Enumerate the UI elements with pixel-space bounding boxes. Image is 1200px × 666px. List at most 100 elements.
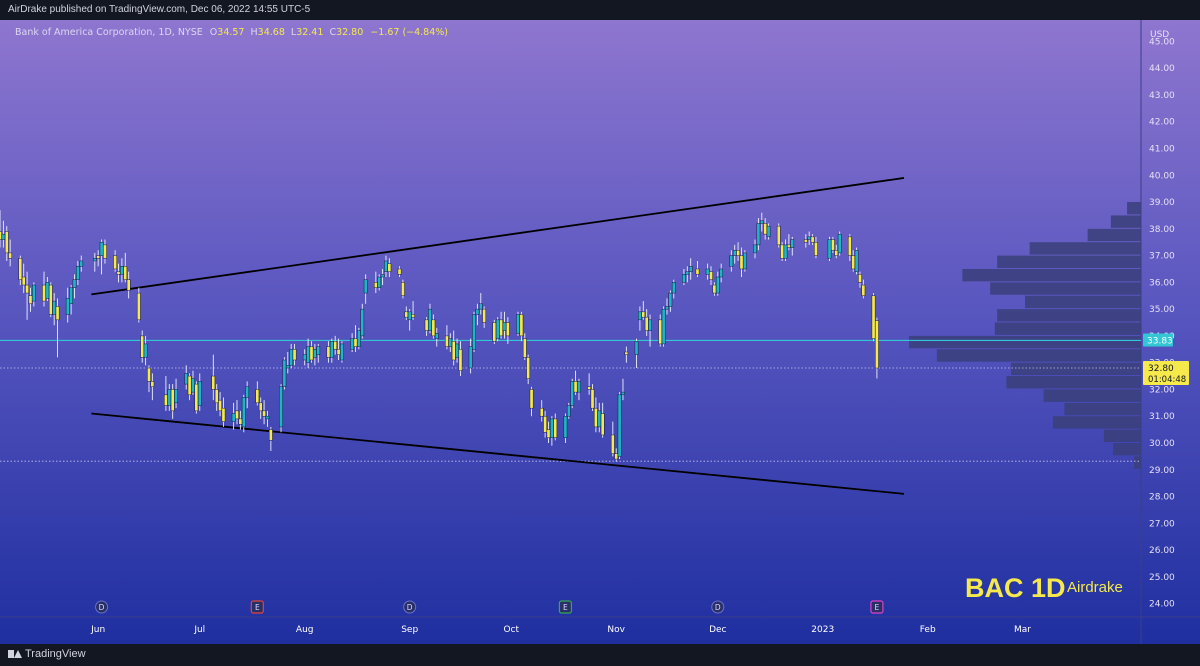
candle <box>570 378 575 409</box>
candle-body <box>55 306 60 321</box>
candle-body <box>401 282 405 296</box>
candle-body <box>644 316 649 331</box>
candle-body <box>69 287 73 305</box>
candle-body <box>492 322 497 342</box>
candle-body <box>854 249 859 272</box>
candle-body <box>526 357 531 379</box>
candle-body <box>871 295 876 339</box>
tradingview-logo-icon <box>8 649 22 659</box>
candle-body <box>404 311 409 318</box>
candle-body <box>814 241 818 256</box>
candle-body <box>546 429 551 438</box>
volume-profile-bar <box>1029 242 1141 255</box>
candle-body <box>590 389 595 409</box>
candle-body <box>164 394 168 406</box>
high-value: 34.68 <box>258 27 285 38</box>
candle-body <box>431 319 436 337</box>
volume-profile-bar <box>1006 376 1141 389</box>
y-tick-label: 42.00 <box>1149 118 1175 128</box>
x-tick-label: Feb <box>920 625 936 635</box>
candle-body <box>550 418 554 438</box>
x-tick-label: Dec <box>709 625 726 635</box>
footer-bar: TradingView <box>0 644 1200 666</box>
open-label: O <box>210 27 217 38</box>
publish-text: AirDrake published on TradingView.com, D… <box>8 4 311 15</box>
candle-body <box>167 389 172 406</box>
candle <box>743 250 747 272</box>
candle-body <box>116 271 121 275</box>
candle-body <box>543 415 547 433</box>
candle-body <box>661 308 666 345</box>
candle-body <box>434 332 439 339</box>
volume-profile-bar <box>1087 228 1141 242</box>
candle-body <box>732 249 737 256</box>
candle-body <box>759 220 764 224</box>
candle-body <box>241 397 246 428</box>
candle-body <box>641 311 646 318</box>
earnings-marker: E <box>558 600 573 614</box>
candle-body <box>411 314 415 318</box>
candle-body <box>787 244 791 248</box>
candle-body <box>373 282 378 288</box>
y-tick-label: 40.00 <box>1149 171 1175 181</box>
volume-profile-bar <box>1043 389 1141 402</box>
candle-body <box>387 263 392 272</box>
candle-body <box>482 308 487 323</box>
candle-body <box>211 375 216 390</box>
svg-text:Bank of America Corporation, 1: Bank of America Corporation, 1D, NYSE O3… <box>15 27 448 38</box>
price-chart[interactable]: 45.0044.0043.0042.0041.0040.0039.0038.00… <box>0 20 1200 644</box>
candle-body <box>638 311 642 321</box>
candle-body <box>8 252 13 259</box>
volume-profile-bar <box>1110 215 1141 228</box>
candle-body <box>231 413 236 422</box>
candle-body <box>258 402 263 412</box>
volume-profile-bar <box>1103 429 1141 442</box>
candle-body <box>279 386 283 428</box>
candle <box>854 247 859 275</box>
candle <box>776 223 781 248</box>
candle-body <box>316 346 321 355</box>
candle-body <box>340 343 344 361</box>
candle-body <box>221 407 226 422</box>
candle-body <box>384 260 388 272</box>
candle-body <box>539 407 544 417</box>
tradingview-logo[interactable]: TradingView <box>8 648 86 660</box>
candle-body <box>695 268 700 275</box>
close-value: 32.80 <box>336 27 363 38</box>
candle-body <box>776 225 781 246</box>
candle <box>279 384 283 433</box>
candle-body <box>140 335 145 358</box>
event-marker-label: E <box>875 603 880 612</box>
symbol-info-line: Bank of America Corporation, 1D, NYSE O3… <box>15 27 448 38</box>
candle-body <box>282 359 287 388</box>
candle-body <box>475 308 480 315</box>
candle <box>401 279 405 299</box>
candle-body <box>506 322 510 337</box>
candle-body <box>827 239 832 259</box>
candle-body <box>712 284 717 294</box>
candle-body <box>150 381 155 388</box>
candle-body <box>326 346 331 358</box>
candle-body <box>194 383 199 412</box>
candle-body <box>187 375 192 396</box>
candle-body <box>729 255 734 267</box>
y-tick-label: 28.00 <box>1149 493 1175 503</box>
candle-body <box>743 252 747 270</box>
x-tick-label: Jun <box>90 625 105 635</box>
candle <box>837 231 842 256</box>
candle-body <box>658 319 663 345</box>
dividend-marker: D <box>403 600 417 614</box>
candle-body <box>502 322 507 331</box>
candle-body <box>682 274 686 283</box>
tradingview-brand: TradingView <box>25 648 86 660</box>
candle-body <box>18 258 23 280</box>
level-price-text: 33.83 <box>1147 336 1173 346</box>
candle-body <box>255 389 260 404</box>
candle <box>136 287 141 323</box>
candle-body <box>858 274 862 283</box>
candle-body <box>377 276 382 288</box>
countdown-text: 01:04:48 <box>1148 375 1186 385</box>
candle <box>48 282 53 318</box>
candle-body <box>468 346 473 369</box>
candle-body <box>48 284 53 315</box>
